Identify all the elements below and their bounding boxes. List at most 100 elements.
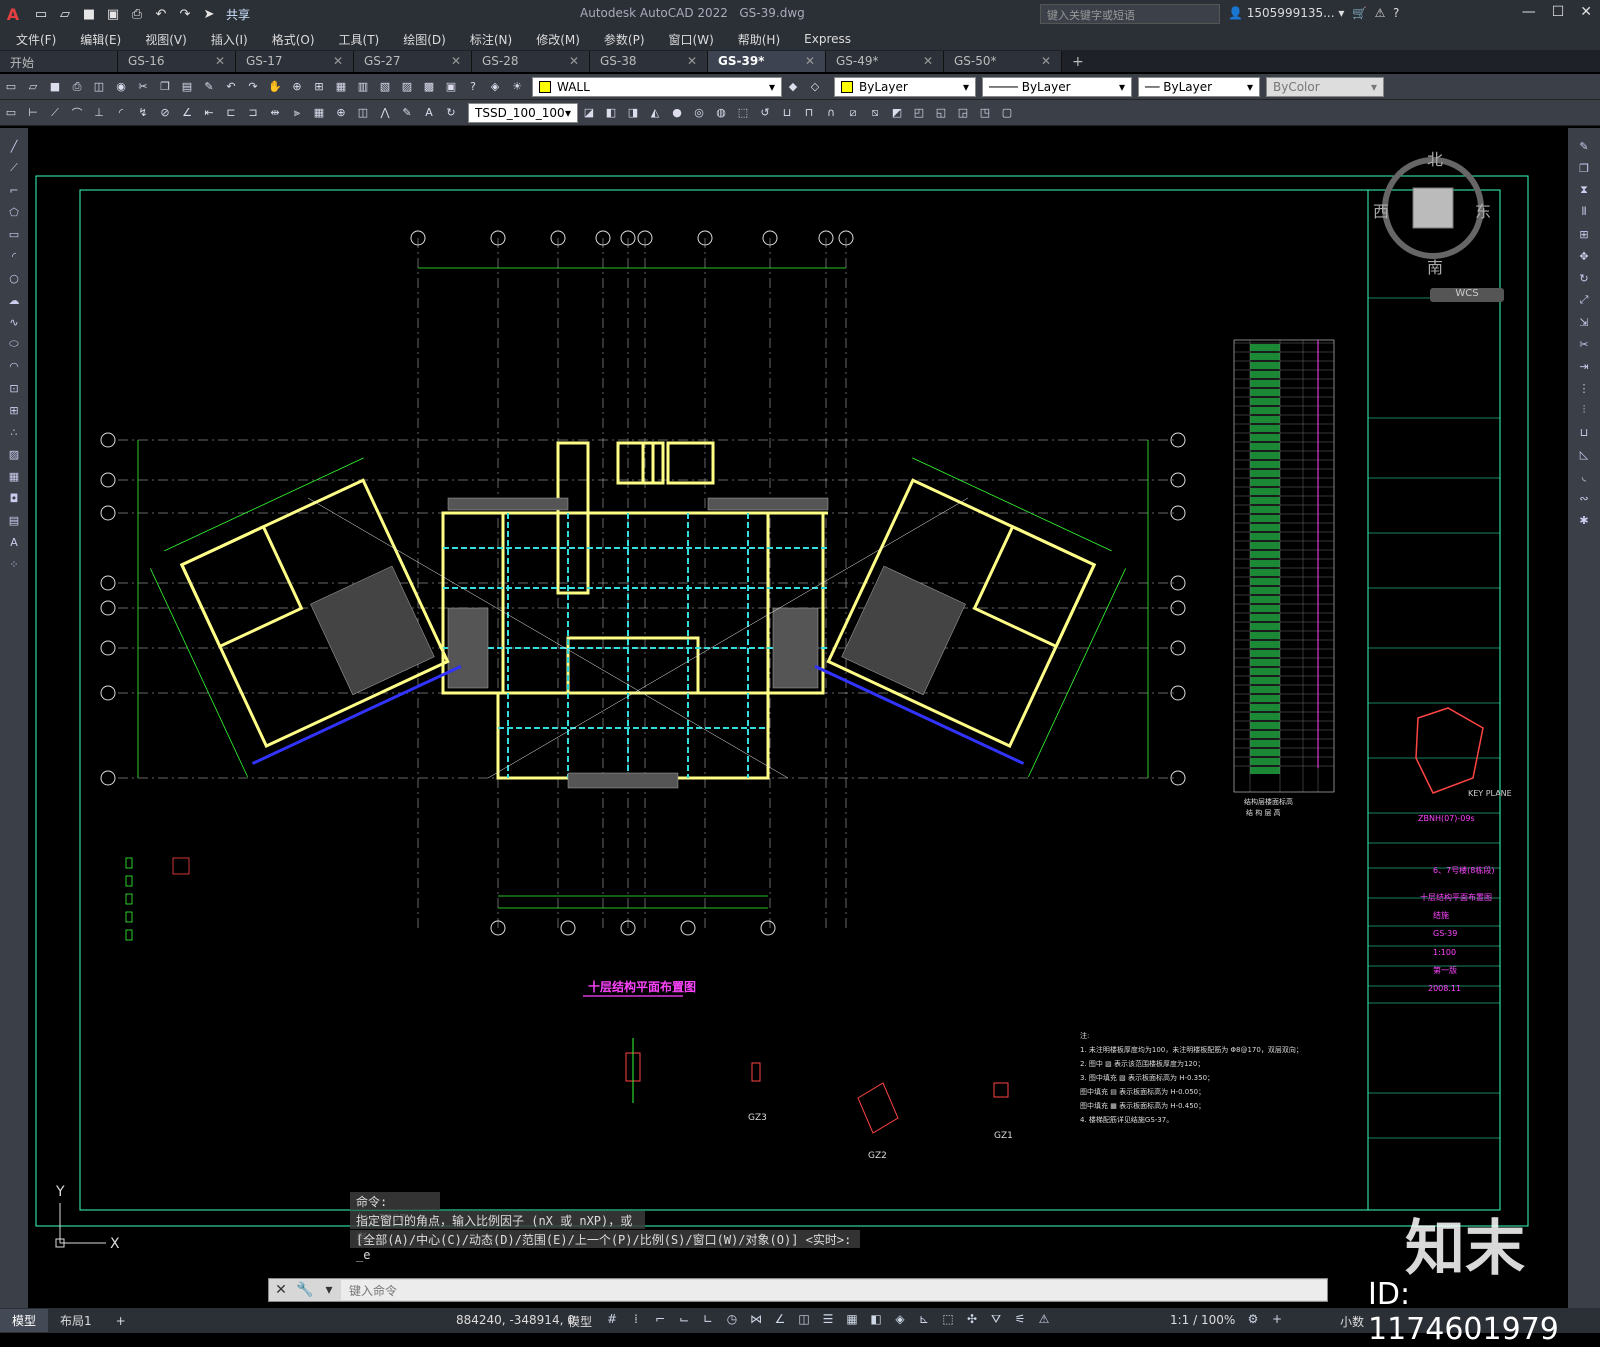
make-block-icon[interactable]: ⊞ <box>5 402 23 418</box>
layout-tab-model[interactable]: 模型 <box>0 1309 49 1332</box>
menu-insert[interactable]: 插入(I) <box>211 31 248 48</box>
shell-icon[interactable]: ◰ <box>910 104 928 122</box>
close-icon[interactable]: ✕ <box>451 54 461 69</box>
baseline-dim-icon[interactable]: ⊏ <box>222 104 240 122</box>
solid-cone-icon[interactable]: ◭ <box>646 104 664 122</box>
units-display[interactable]: 小数 <box>1340 1313 1364 1330</box>
new-icon[interactable]: ▭ <box>2 78 20 96</box>
menu-view[interactable]: 视图(V) <box>145 31 187 48</box>
revcloud-icon[interactable]: ☁ <box>5 292 23 308</box>
tab-gs-17[interactable]: GS-17 ✕ <box>236 51 354 72</box>
viewcube[interactable]: 北 南 西 东 <box>1373 146 1491 286</box>
viewcube-west[interactable]: 西 <box>1373 198 1389 222</box>
save-icon[interactable]: ■ <box>78 4 100 24</box>
check-icon[interactable]: ▢ <box>998 104 1016 122</box>
tool-palette-icon[interactable]: ▧ <box>376 78 394 96</box>
spline-icon[interactable]: ∿ <box>5 314 23 330</box>
mtext-icon[interactable]: A <box>5 534 23 550</box>
markup-icon[interactable]: ▩ <box>420 78 438 96</box>
plotstyle-dropdown[interactable]: ByColor ▾ <box>1266 76 1384 97</box>
angular-dim-icon[interactable]: ∠ <box>178 104 196 122</box>
lineweight-icon[interactable]: ☰ <box>820 1311 836 1327</box>
gizmo-icon[interactable]: ✣ <box>964 1311 980 1327</box>
copy-object-icon[interactable]: ❐ <box>1575 160 1593 176</box>
save-as-icon[interactable]: ▣ <box>102 4 124 24</box>
solid-torus-icon[interactable]: ◍ <box>712 104 730 122</box>
hatch-icon[interactable]: ▨ <box>5 446 23 462</box>
aligned-dim-icon[interactable]: ⟋ <box>46 104 64 122</box>
dim-text-edit-icon[interactable]: A <box>420 104 438 122</box>
viewcube-north[interactable]: 北 <box>1427 146 1443 170</box>
jogged-dim-icon[interactable]: ↯ <box>134 104 152 122</box>
mirror-icon[interactable]: ⧗ <box>1575 182 1593 198</box>
rotate-icon[interactable]: ↻ <box>1575 270 1593 286</box>
dimstyle-dropdown[interactable]: TSSD_100_100 ▾ <box>468 102 578 123</box>
fillet-icon[interactable]: ◟ <box>1575 468 1593 484</box>
open-file-icon[interactable]: ▱ <box>54 4 76 24</box>
slice-icon[interactable]: ⧅ <box>866 104 884 122</box>
solid-wedge-icon[interactable]: ◨ <box>624 104 642 122</box>
tolerance-icon[interactable]: ▦ <box>310 104 328 122</box>
tab-gs-49[interactable]: GS-49* ✕ <box>826 51 944 72</box>
minimize-icon[interactable]: — <box>1522 4 1536 20</box>
imprint-icon[interactable]: ◱ <box>932 104 950 122</box>
add-layout-button[interactable]: + <box>104 1311 138 1331</box>
pan-icon[interactable]: ✋ <box>266 78 284 96</box>
array-icon[interactable]: ⊞ <box>1575 226 1593 242</box>
help-icon[interactable]: ? <box>464 78 482 96</box>
separate-icon[interactable]: ◲ <box>954 104 972 122</box>
solid-cylinder-icon[interactable]: ◎ <box>690 104 708 122</box>
extend-icon[interactable]: ⇥ <box>1575 358 1593 374</box>
redo-icon[interactable]: ↷ <box>244 78 262 96</box>
line-icon[interactable]: ╱ <box>5 138 23 154</box>
solid-box-icon[interactable]: ◧ <box>602 104 620 122</box>
close-icon[interactable]: ✕ <box>569 54 579 69</box>
break-icon[interactable]: ⫶ <box>1575 402 1593 418</box>
menu-express[interactable]: Express <box>804 32 851 46</box>
menu-edit[interactable]: 编辑(E) <box>80 31 121 48</box>
selection-cycling-icon[interactable]: ◧ <box>868 1311 884 1327</box>
close-icon[interactable]: ✕ <box>215 54 225 69</box>
tab-gs-50[interactable]: GS-50* ✕ <box>944 51 1062 72</box>
publish-icon[interactable]: ◉ <box>112 78 130 96</box>
menu-file[interactable]: 文件(F) <box>16 31 56 48</box>
linetype-dropdown[interactable]: ──── ByLayer ▾ <box>982 76 1132 97</box>
trim-icon[interactable]: ✂ <box>1575 336 1593 352</box>
ellipse-arc-icon[interactable]: ◠ <box>5 358 23 374</box>
tab-gs-16[interactable]: GS-16 ✕ <box>118 51 236 72</box>
scale-icon[interactable]: ⤢ <box>1575 292 1593 308</box>
close-icon[interactable]: ✕ <box>923 54 933 69</box>
tab-gs-38[interactable]: GS-38 ✕ <box>590 51 708 72</box>
ortho-icon[interactable]: ∟ <box>700 1311 716 1327</box>
close-icon[interactable]: ✕ <box>269 1282 293 1298</box>
polyline-icon[interactable]: ⌐ <box>5 182 23 198</box>
subtract-icon[interactable]: ⊓ <box>800 104 818 122</box>
match-icon[interactable]: ✎ <box>200 78 218 96</box>
menu-modify[interactable]: 修改(M) <box>536 31 580 48</box>
properties-icon[interactable]: ▦ <box>332 78 350 96</box>
quick-dim-icon[interactable]: ⇤ <box>200 104 218 122</box>
menu-draw[interactable]: 绘图(D) <box>403 31 446 48</box>
polygon-icon[interactable]: ⬠ <box>5 204 23 220</box>
grid-icon[interactable]: # <box>604 1311 620 1327</box>
object-snap-tracking-icon[interactable]: ∠ <box>772 1311 788 1327</box>
jogged-linear-icon[interactable]: ⋀ <box>376 104 394 122</box>
menu-window[interactable]: 窗口(W) <box>669 31 714 48</box>
break-dim-icon[interactable]: ⫸ <box>288 104 306 122</box>
move-icon[interactable]: ✥ <box>1575 248 1593 264</box>
join-icon[interactable]: ⊔ <box>1575 424 1593 440</box>
gradient-icon[interactable]: ▦ <box>5 468 23 484</box>
recent-commands-icon[interactable]: ▾ <box>317 1282 341 1298</box>
dynamic-ucs-icon[interactable]: ⊾ <box>916 1311 932 1327</box>
insert-block-icon[interactable]: ⊡ <box>5 380 23 396</box>
continue-dim-icon[interactable]: ⊐ <box>244 104 262 122</box>
preview-icon[interactable]: ◫ <box>90 78 108 96</box>
undo-icon[interactable]: ↶ <box>222 78 240 96</box>
isodraft-icon[interactable]: ⋈ <box>748 1311 764 1327</box>
design-center-icon[interactable]: ▥ <box>354 78 372 96</box>
solid-sphere-icon[interactable]: ● <box>668 104 686 122</box>
cut-icon[interactable]: ✂ <box>134 78 152 96</box>
section-icon[interactable]: ⧄ <box>844 104 862 122</box>
redo-icon[interactable]: ↷ <box>174 4 196 24</box>
calculator-icon[interactable]: ▣ <box>442 78 460 96</box>
